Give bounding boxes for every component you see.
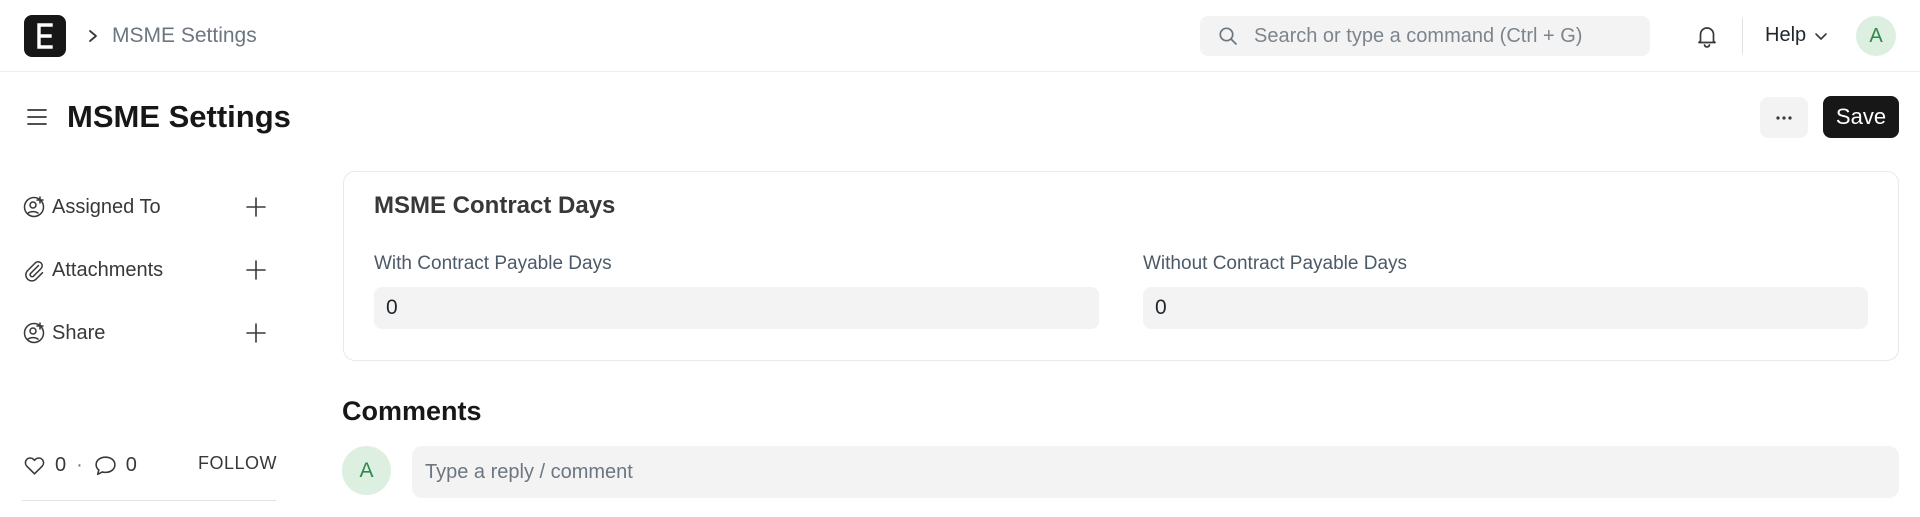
search-input[interactable]	[1254, 16, 1634, 56]
more-icon	[1776, 115, 1792, 120]
with-contract-payable-days-input[interactable]	[374, 287, 1099, 329]
separator-dot: ·	[76, 453, 83, 476]
add-attachment-icon[interactable]	[245, 259, 267, 281]
chevron-down-icon	[1815, 32, 1827, 40]
add-share-icon[interactable]	[245, 322, 267, 344]
page-title: MSME Settings	[67, 99, 291, 134]
chevron-right-icon	[89, 30, 97, 42]
without-contract-payable-days-label: Without Contract Payable Days	[1143, 253, 1408, 274]
save-button[interactable]: Save	[1823, 96, 1899, 138]
heart-icon[interactable]	[22, 453, 47, 478]
msme-contract-days-section: MSME Contract Days With Contract Payable…	[343, 171, 1899, 361]
sidebar-divider	[22, 500, 276, 501]
share-user-icon	[23, 322, 45, 344]
search-icon	[1219, 27, 1237, 45]
sidebar-item-label: Assigned To	[52, 195, 161, 218]
comments-title: Comments	[342, 396, 482, 426]
sidebar-item-assigned-to[interactable]: Assigned To	[22, 191, 272, 223]
with-contract-payable-days-label: With Contract Payable Days	[374, 253, 612, 274]
sidebar-toggle-icon[interactable]	[25, 105, 49, 129]
add-assignee-icon[interactable]	[245, 196, 267, 218]
search-bar[interactable]	[1200, 16, 1650, 56]
user-avatar[interactable]: A	[1856, 16, 1896, 56]
comment-icon[interactable]	[93, 453, 118, 478]
sidebar-item-attachments[interactable]: Attachments	[22, 254, 272, 286]
paperclip-icon	[25, 260, 44, 282]
comment-user-avatar: A	[342, 446, 391, 495]
top-navbar: MSME Settings Help A	[0, 0, 1920, 72]
section-title: MSME Contract Days	[374, 192, 616, 219]
navbar-divider	[1742, 18, 1743, 54]
sidebar-item-share[interactable]: Share	[22, 317, 272, 349]
breadcrumb[interactable]: MSME Settings	[112, 24, 257, 48]
sidebar-item-label: Share	[52, 321, 106, 344]
like-count: 0	[55, 453, 67, 476]
add-user-icon	[23, 196, 45, 218]
help-label: Help	[1765, 24, 1807, 46]
follow-button[interactable]: FOLLOW	[198, 453, 277, 474]
comment-count: 0	[125, 453, 137, 476]
sidebar-item-label: Attachments	[52, 258, 164, 281]
comment-input[interactable]	[412, 446, 1899, 498]
logo-icon	[37, 23, 53, 49]
document-stats: 0 · 0 FOLLOW	[22, 450, 277, 480]
app-logo[interactable]	[24, 15, 66, 57]
without-contract-payable-days-input[interactable]	[1143, 287, 1868, 329]
more-actions-button[interactable]	[1760, 97, 1808, 138]
notification-bell-icon[interactable]	[1694, 23, 1720, 49]
help-dropdown[interactable]: Help	[1765, 24, 1828, 47]
